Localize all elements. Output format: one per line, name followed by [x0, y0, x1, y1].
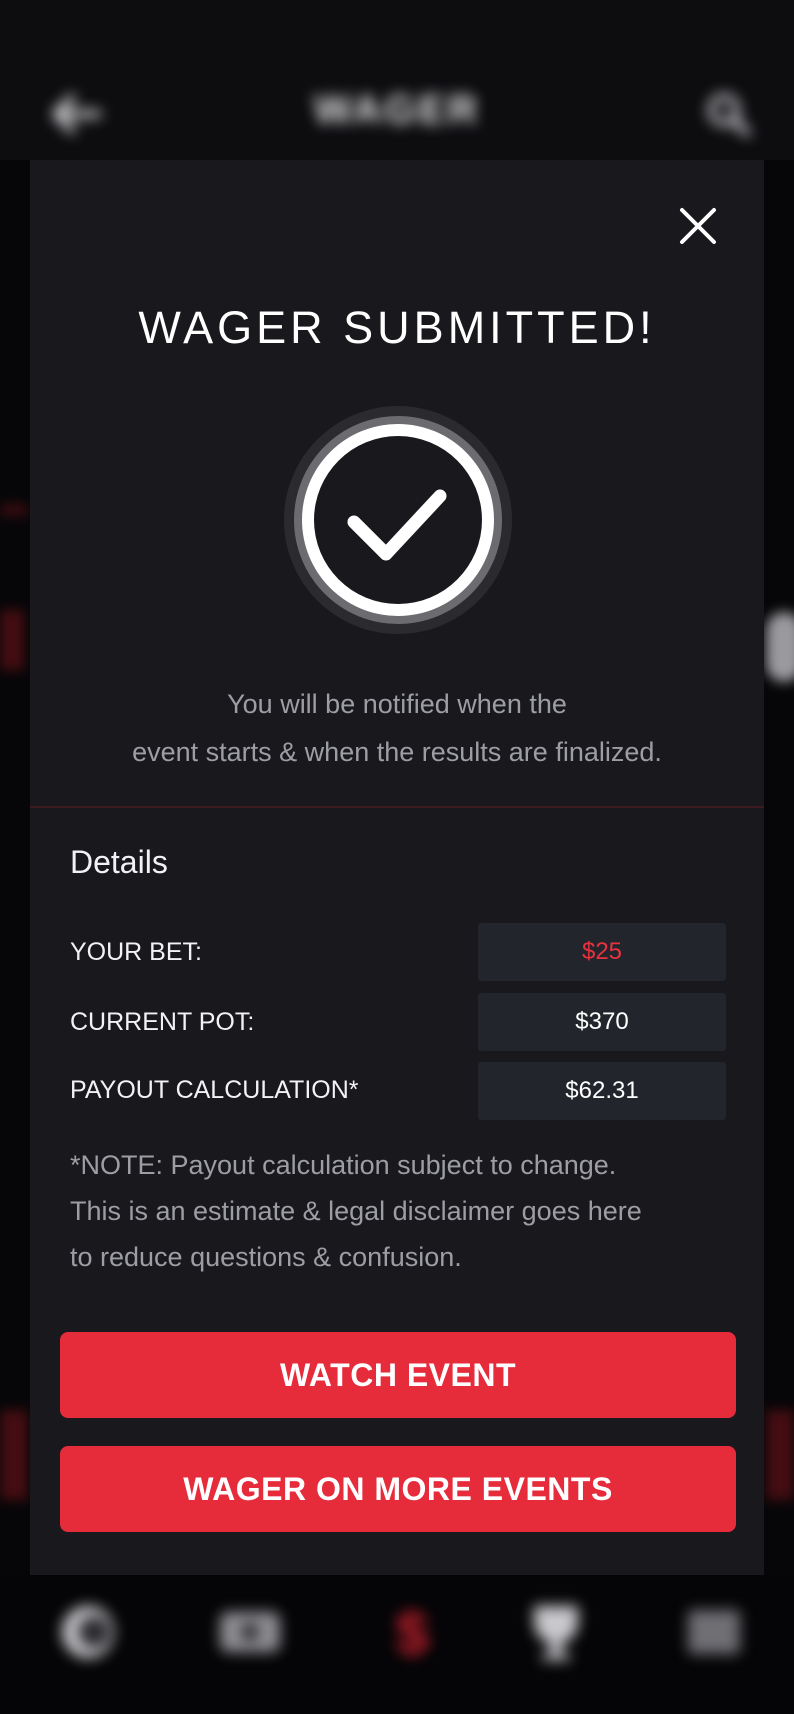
divider	[30, 806, 764, 808]
dollar-icon: $	[395, 1600, 428, 1664]
payout-calculation-value: $62.31	[478, 1062, 726, 1120]
note-line: to reduce questions & confusion.	[70, 1242, 462, 1272]
close-button[interactable]	[670, 198, 726, 254]
background-accent	[766, 1410, 794, 1500]
notification-message: You will be notified when the event star…	[30, 680, 764, 776]
background-accent	[0, 505, 28, 515]
note-line: This is an estimate & legal disclaimer g…	[70, 1196, 642, 1226]
trophy-icon	[534, 1606, 578, 1660]
your-bet-label: YOUR BET:	[70, 938, 202, 966]
background-scroll-knob	[766, 612, 794, 682]
note-line: *NOTE: Payout calculation subject to cha…	[70, 1150, 617, 1180]
svg-text:$: $	[395, 1600, 428, 1664]
coin-icon	[62, 1606, 114, 1658]
checkmark-circle-icon	[282, 404, 514, 636]
background-header	[0, 0, 794, 160]
menu-icon	[688, 1610, 740, 1654]
watch-event-button[interactable]: WATCH EVENT	[60, 1332, 736, 1418]
details-heading: Details	[70, 844, 168, 880]
wager-on-more-events-button[interactable]: WAGER ON MORE EVENTS	[60, 1446, 736, 1532]
message-line: event starts & when the results are fina…	[132, 737, 662, 767]
payout-disclaimer-note: *NOTE: Payout calculation subject to cha…	[70, 1142, 730, 1280]
modal-title: WAGER SUBMITTED!	[138, 302, 656, 353]
your-bet-value: $25	[478, 923, 726, 981]
wager-submitted-modal: WAGER SUBMITTED! You will be notified wh…	[30, 160, 764, 1575]
ticket-icon	[220, 1612, 280, 1652]
payout-calculation-label: PAYOUT CALCULATION*	[70, 1076, 359, 1104]
background-accent	[0, 610, 24, 670]
current-pot-label: CURRENT POT:	[70, 1008, 255, 1036]
close-icon	[680, 208, 716, 244]
current-pot-value: $370	[478, 993, 726, 1051]
background-accent	[0, 1410, 28, 1500]
background-title: WAGER	[313, 88, 481, 132]
search-icon	[708, 94, 751, 137]
arrow-left-icon	[52, 94, 102, 134]
message-line: You will be notified when the	[227, 689, 567, 719]
